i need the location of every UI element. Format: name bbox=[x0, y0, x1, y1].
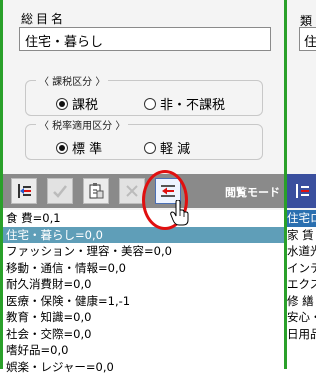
item-name-label: 総目名 bbox=[21, 10, 66, 27]
list-item[interactable]: 嗜好品=0,0 bbox=[3, 342, 284, 359]
radio-unselected-icon bbox=[144, 98, 156, 110]
radio-non-taxable-label: 非・不課税 bbox=[160, 94, 225, 113]
radio-standard-rate[interactable]: 標 準 bbox=[56, 138, 102, 157]
tax-category-group: 〈 課税区分 〉 課税 非・不課税 bbox=[25, 80, 263, 116]
add-row-icon bbox=[293, 182, 311, 200]
list-item[interactable]: 社会・交際=0,0 bbox=[3, 326, 284, 343]
radio-non-taxable[interactable]: 非・不課税 bbox=[144, 94, 225, 113]
category-panel: 類 住 住宅ロ 家 賃 水道光 インテリ エクステ 修 繕 安心・ 日用品 bbox=[287, 0, 316, 369]
item-name-field[interactable]: 住宅・暮らし bbox=[19, 27, 271, 51]
list-item[interactable]: ファッション・理容・美容=0,0 bbox=[3, 243, 284, 260]
add-row-icon bbox=[15, 182, 33, 200]
radio-standard-label: 標 準 bbox=[72, 138, 102, 157]
list-item-selected[interactable]: 住宅・暮らし=0,0 bbox=[3, 227, 284, 244]
category-add-row-button[interactable] bbox=[289, 178, 315, 204]
radio-unselected-icon bbox=[144, 142, 156, 154]
list-item-selected[interactable]: 住宅ロ bbox=[287, 210, 316, 227]
radio-selected-icon bbox=[56, 98, 68, 110]
delete-icon bbox=[124, 183, 140, 199]
radio-taxable[interactable]: 課税 bbox=[56, 94, 98, 113]
tax-rate-group: 〈 税率適用区分 〉 標 準 軽 減 bbox=[25, 124, 263, 160]
category-list[interactable]: 住宅ロ 家 賃 水道光 インテリ エクステ 修 繕 安心・ 日用品 bbox=[287, 210, 316, 369]
list-item[interactable]: 水道光 bbox=[287, 243, 316, 260]
expense-list[interactable]: 食 費=0,1 住宅・暮らし=0,0 ファッション・理容・美容=0,0 移動・通… bbox=[3, 210, 284, 369]
copy-button[interactable] bbox=[83, 178, 109, 204]
list-item[interactable]: 移動・通信・情報=0,0 bbox=[3, 260, 284, 277]
radio-selected-icon bbox=[56, 142, 68, 154]
radio-taxable-label: 課税 bbox=[72, 94, 98, 113]
list-item[interactable]: 医療・保険・健康=1,-1 bbox=[3, 293, 284, 310]
list-item[interactable]: 教育・知識=0,0 bbox=[3, 309, 284, 326]
list-item[interactable]: 日用品 bbox=[287, 326, 316, 343]
category-field[interactable]: 住 bbox=[299, 27, 316, 51]
check-icon bbox=[52, 183, 68, 199]
tax-rate-legend: 〈 税率適用区分 〉 bbox=[36, 117, 128, 132]
add-row-button[interactable] bbox=[11, 178, 37, 204]
mode-label: 閲覧モード bbox=[225, 184, 280, 200]
radio-reduced-label: 軽 減 bbox=[160, 138, 190, 157]
radio-reduced-rate[interactable]: 軽 減 bbox=[144, 138, 190, 157]
list-item[interactable]: 安心・ bbox=[287, 309, 316, 326]
list-item[interactable]: 家 賃 bbox=[287, 227, 316, 244]
clipboard-icon bbox=[87, 182, 105, 200]
list-item[interactable]: 耐久消費財=0,0 bbox=[3, 276, 284, 293]
hand-cursor-icon bbox=[170, 200, 190, 226]
list-item[interactable]: エクステ bbox=[287, 276, 316, 293]
list-item[interactable]: 娯楽・レジャー=0,0 bbox=[3, 359, 284, 375]
list-item[interactable]: インテリ bbox=[287, 260, 316, 277]
category-toolbar bbox=[287, 174, 316, 208]
confirm-button[interactable] bbox=[47, 178, 73, 204]
tax-category-legend: 〈 課税区分 〉 bbox=[36, 73, 108, 88]
list-item[interactable]: 修 繕 bbox=[287, 293, 316, 310]
